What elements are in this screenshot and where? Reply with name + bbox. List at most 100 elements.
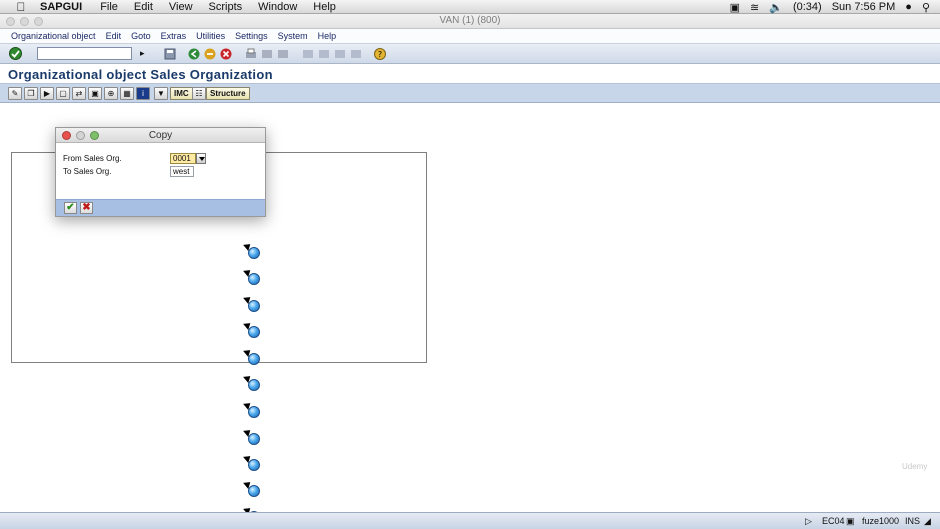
menu-system[interactable]: System <box>278 31 308 41</box>
exit-icon[interactable] <box>204 48 216 60</box>
status-server: fuze1000 <box>862 516 900 526</box>
tree-node[interactable] <box>243 373 263 391</box>
status-bar: ▷ EC04 ▣ fuze1000 INS ◢ <box>0 512 940 529</box>
previous-page-icon[interactable] <box>318 48 330 60</box>
menu-organizational-object[interactable]: Organizational object <box>11 31 96 41</box>
structure-icon[interactable]: ☷ <box>192 87 206 100</box>
dialog-zoom-button[interactable] <box>90 131 99 140</box>
mac-menu-view[interactable]: View <box>169 1 193 13</box>
org-unit-globe-icon <box>248 459 260 471</box>
mac-menu-file[interactable]: File <box>100 1 118 13</box>
tree-node[interactable] <box>243 453 263 471</box>
mac-menu-window[interactable]: Window <box>258 1 297 13</box>
tree-node[interactable] <box>243 347 263 365</box>
save-icon[interactable] <box>164 48 176 60</box>
copy-dialog-title-bar: Copy <box>56 128 265 143</box>
tree-node[interactable] <box>243 479 263 497</box>
volume-icon[interactable]: 🔈 <box>769 1 783 14</box>
screen-title-bar: Organizational object Sales Organization <box>0 64 940 84</box>
info-icon[interactable]: i <box>136 87 150 100</box>
copy-icon[interactable]: ❐ <box>24 87 38 100</box>
check-icon[interactable]: ⊕ <box>104 87 118 100</box>
window-title: VAN (1) (800) <box>439 15 501 26</box>
standard-toolbar: ▸ ? <box>0 44 940 64</box>
menu-utilities[interactable]: Utilities <box>196 31 225 41</box>
cancel-x-button[interactable]: ✖ <box>80 202 93 214</box>
transport-icon[interactable]: ⇄ <box>72 87 86 100</box>
dialog-button-bar: ✔ ✖ <box>56 199 265 216</box>
tree-node[interactable] <box>243 400 263 418</box>
apple-icon[interactable]:  <box>14 0 28 14</box>
find-icon[interactable] <box>261 48 273 60</box>
menu-edit[interactable]: Edit <box>106 31 122 41</box>
back-icon[interactable] <box>188 48 200 60</box>
svg-text:?: ? <box>378 50 382 59</box>
status-mode[interactable]: INS <box>905 516 920 526</box>
dialog-title: Copy <box>148 130 173 141</box>
find-next-icon[interactable] <box>277 48 289 60</box>
from-sales-org-dropdown-icon[interactable] <box>196 153 206 164</box>
status-expand-icon[interactable]: ▷ <box>805 516 812 527</box>
wifi-icon[interactable]: ≊ <box>750 1 759 14</box>
next-page-icon[interactable] <box>334 48 346 60</box>
tree-node[interactable] <box>243 241 263 259</box>
mac-menu-help[interactable]: Help <box>313 1 336 13</box>
last-page-icon[interactable] <box>350 48 362 60</box>
resize-grip-icon[interactable]: ◢ <box>924 516 931 527</box>
enter-checkmark-icon[interactable] <box>9 47 22 60</box>
status-system: EC04 <box>822 516 845 526</box>
filter-icon[interactable]: ▼ <box>154 87 168 100</box>
org-unit-globe-icon <box>248 247 260 259</box>
imc-button[interactable]: IMC <box>170 87 193 100</box>
org-unit-globe-icon <box>248 433 260 445</box>
window-title-bar: VAN (1) (800) <box>0 14 940 29</box>
org-unit-globe-icon <box>248 273 260 285</box>
copy-dialog: Copy From Sales Org. 0001 To Sales Org. … <box>55 127 266 217</box>
dialog-close-button[interactable] <box>62 131 71 140</box>
tree-node[interactable] <box>243 267 263 285</box>
mac-menu-edit[interactable]: Edit <box>134 1 153 13</box>
first-page-icon[interactable] <box>302 48 314 60</box>
org-unit-globe-icon <box>248 379 260 391</box>
org-unit-globe-icon <box>248 300 260 312</box>
tree-node[interactable] <box>243 427 263 445</box>
screen-record-icon[interactable]: ▣ <box>730 1 740 14</box>
cancel-icon[interactable] <box>220 48 232 60</box>
dialog-minimize-button[interactable] <box>76 131 85 140</box>
confirm-checkmark-button[interactable]: ✔ <box>64 202 77 214</box>
from-sales-org-label: From Sales Org. <box>63 154 122 163</box>
menu-clock[interactable]: Sun 7:56 PM <box>832 1 896 13</box>
help-icon[interactable]: ? <box>374 48 386 60</box>
from-sales-org-input[interactable]: 0001 <box>170 153 196 164</box>
tree-node[interactable] <box>243 294 263 312</box>
menu-settings[interactable]: Settings <box>235 31 268 41</box>
command-field[interactable] <box>37 47 132 60</box>
to-sales-org-input[interactable]: west <box>170 166 194 177</box>
spotlight-search-icon[interactable]: ⚲ <box>922 1 930 14</box>
sap-menu-bar: Organizational object Edit Goto Extras U… <box>0 29 940 44</box>
to-sales-org-label: To Sales Org. <box>63 167 112 176</box>
edit-pencil-icon[interactable]: ✎ <box>8 87 22 100</box>
structure-button[interactable]: Structure <box>206 87 250 100</box>
application-toolbar: ✎ ❐ ▶ ▢ ⇄ ▣ ⊕ ▦ i ▼ IMC ☷ Structure <box>0 84 940 103</box>
print-icon[interactable] <box>245 48 257 60</box>
org-unit-globe-icon <box>248 326 260 338</box>
mac-menu-scripts[interactable]: Scripts <box>209 1 243 13</box>
org-unit-globe-icon <box>248 485 260 497</box>
delete-trash-icon[interactable]: ▢ <box>56 87 70 100</box>
menu-extras[interactable]: Extras <box>161 31 187 41</box>
tree-node[interactable] <box>243 320 263 338</box>
where-used-icon[interactable]: ▦ <box>120 87 134 100</box>
org-unit-globe-icon <box>248 353 260 365</box>
menu-goto[interactable]: Goto <box>131 31 151 41</box>
org-unit-globe-icon <box>248 406 260 418</box>
menu-help[interactable]: Help <box>318 31 337 41</box>
battery-indicator[interactable]: (0:34) <box>793 1 822 13</box>
watermark-text: Udemy <box>902 462 928 471</box>
command-history-icon[interactable]: ▸ <box>140 48 152 60</box>
copy-object-icon[interactable]: ▶ <box>40 87 54 100</box>
truck-icon[interactable]: ▣ <box>88 87 102 100</box>
user-icon[interactable]: ● <box>905 1 912 13</box>
app-menu-sapgui[interactable]: SAPGUI <box>40 1 82 13</box>
mac-status-area: ▣ ≊ 🔈 (0:34) Sun 7:56 PM ● ⚲ <box>730 0 930 14</box>
